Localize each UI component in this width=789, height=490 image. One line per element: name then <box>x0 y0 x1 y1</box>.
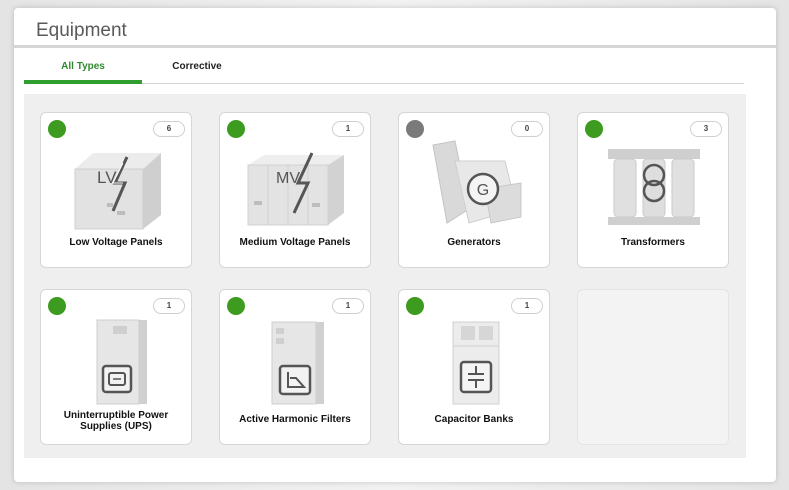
tab-bar: All Types Corrective <box>24 58 744 84</box>
card-label: Low Voltage Panels <box>69 237 163 248</box>
card-label: Transformers <box>621 237 685 248</box>
card-label: Active Harmonic Filters <box>239 414 351 425</box>
panel-header: Equipment <box>14 8 776 48</box>
card-label: Uninterruptible Power Supplies (UPS) <box>63 410 169 432</box>
count-badge: 0 <box>511 121 543 137</box>
equipment-grid: 6 LV Low Voltage Panels 1 MV Medium Volt… <box>24 94 746 458</box>
empty-card-slot <box>577 289 729 445</box>
tab-all-types[interactable]: All Types <box>24 58 142 84</box>
tab-corrective[interactable]: Corrective <box>152 58 242 84</box>
generator-icon: G <box>432 140 522 224</box>
card-low-voltage-panels[interactable]: 6 LV Low Voltage Panels <box>40 112 192 268</box>
ups-icon <box>96 319 147 405</box>
card-capacitor-banks[interactable]: 1 Capacitor Banks <box>398 289 550 445</box>
count-badge: 1 <box>153 298 185 314</box>
count-badge: 6 <box>153 121 185 137</box>
status-indicator <box>227 120 245 138</box>
status-indicator <box>48 120 66 138</box>
harmonic-filter-icon <box>271 321 324 405</box>
status-indicator <box>406 120 424 138</box>
lv-panel-icon: LV <box>74 153 161 230</box>
capacitor-bank-icon <box>452 321 500 405</box>
card-ups[interactable]: 1 Uninterruptible Power Supplies (UPS) <box>40 289 192 445</box>
transformer-icon <box>608 149 700 225</box>
card-label: Capacitor Banks <box>434 414 514 425</box>
count-badge: 3 <box>690 121 722 137</box>
card-transformers[interactable]: 3 Transformers <box>577 112 729 268</box>
count-badge: 1 <box>332 298 364 314</box>
status-indicator <box>227 297 245 315</box>
count-badge: 1 <box>511 298 543 314</box>
card-label: Generators <box>447 237 501 248</box>
card-medium-voltage-panels[interactable]: 1 MV Medium Voltage Panels <box>219 112 371 268</box>
generator-g-text: G <box>477 182 489 199</box>
mv-panel-icon: MV <box>247 152 344 226</box>
card-active-harmonic-filters[interactable]: 1 Active Harmonic Filters <box>219 289 371 445</box>
card-generators[interactable]: 0 G Generators <box>398 112 550 268</box>
count-badge: 1 <box>332 121 364 137</box>
panel-title: Equipment <box>36 20 127 41</box>
status-indicator <box>48 297 66 315</box>
status-indicator <box>585 120 603 138</box>
card-label: Medium Voltage Panels <box>239 237 351 248</box>
status-indicator <box>406 297 424 315</box>
